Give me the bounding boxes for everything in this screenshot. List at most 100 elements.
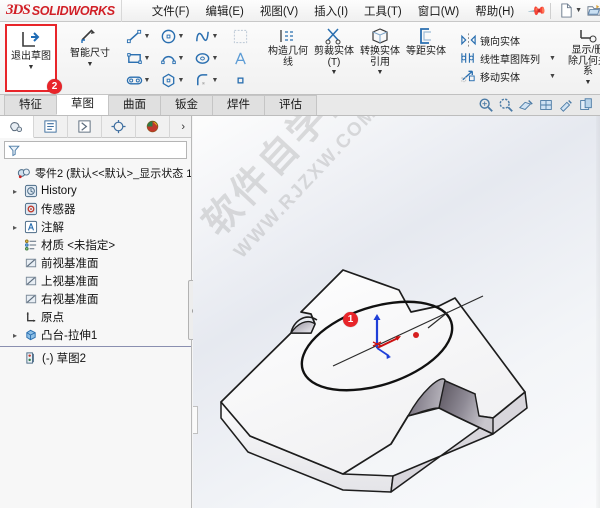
exit-sketch-button[interactable]: 退出草图 ▼ [7, 26, 55, 71]
chevron-down-icon[interactable]: ▼ [212, 77, 219, 84]
tab-weldments[interactable]: 焊件 [212, 95, 265, 115]
dimxpert-manager-tab[interactable] [102, 115, 136, 138]
chevron-down-icon[interactable]: ▼ [212, 55, 219, 62]
rectangle-icon [126, 52, 142, 64]
tree-item-material[interactable]: 材质 <未指定> [0, 236, 191, 254]
zoom-to-fit-icon[interactable] [478, 97, 494, 113]
chevron-down-icon[interactable]: ▼ [575, 7, 582, 14]
display-delete-relations-button[interactable]: 显示/删除几何关系 ▼ [567, 23, 600, 93]
chevron-down-icon[interactable]: ▼ [144, 33, 151, 40]
fillet-tool[interactable]: ▼ [189, 69, 223, 91]
slot-tool[interactable]: ▼ [121, 69, 155, 91]
expand-arrow[interactable]: ▸ [10, 223, 20, 232]
chevron-down-icon[interactable]: ▼ [178, 55, 185, 62]
chevron-down-icon[interactable]: ▼ [543, 73, 556, 80]
tree-item-origin[interactable]: 原点 [0, 308, 191, 326]
circle-icon [161, 29, 175, 43]
display-manager-tab[interactable] [136, 115, 170, 138]
part-model-3d[interactable] [193, 116, 600, 508]
arc-tool[interactable]: ▼ [155, 47, 189, 69]
configuration-icon [78, 120, 91, 133]
dimxpert-icon [111, 119, 126, 134]
tree-item-sketch2[interactable]: (-) 草图2 [0, 349, 191, 367]
tree-item-label: 右视基准面 [41, 294, 99, 306]
tab-evaluate[interactable]: 评估 [264, 95, 317, 115]
plane-icon [23, 274, 38, 289]
chevron-down-icon[interactable]: ▼ [87, 61, 94, 68]
menu-file[interactable]: 文件(F) [144, 1, 198, 21]
expand-arrow[interactable]: ▸ [10, 331, 20, 340]
offset-entities-button[interactable]: 等距实体 [403, 23, 449, 93]
chevron-down-icon[interactable]: ▼ [212, 33, 219, 40]
ellipse-tool[interactable]: ▼ [189, 47, 223, 69]
text-tool[interactable] [223, 47, 257, 69]
linear-sketch-pattern-button[interactable]: 线性草图阵列 ▼ [457, 49, 559, 67]
feature-filter-bar[interactable] [4, 141, 187, 159]
display-style-icon[interactable] [538, 97, 554, 113]
mirror-entities-button[interactable]: 镜向实体 [457, 31, 559, 49]
menu-help[interactable]: 帮助(H) [467, 1, 522, 21]
zoom-to-area-icon[interactable] [498, 97, 514, 113]
chevron-down-icon[interactable]: ▼ [178, 77, 185, 84]
smart-dimension-button[interactable]: 智能尺寸 ▼ [67, 23, 113, 93]
chevron-down-icon[interactable]: ▼ [178, 33, 185, 40]
new-document-button[interactable]: ▼ [557, 2, 584, 19]
tree-item-top-plane[interactable]: 上视基准面 [0, 272, 191, 290]
menu-window[interactable]: 窗口(W) [410, 1, 468, 21]
exit-sketch-icon [22, 32, 40, 47]
tab-sheet-metal[interactable]: 钣金 [160, 95, 213, 115]
expand-arrow[interactable]: ▸ [10, 187, 20, 196]
rollback-bar[interactable] [0, 346, 191, 347]
polygon-tool[interactable]: ▼ [155, 69, 189, 91]
chevron-down-icon[interactable]: ▼ [28, 64, 35, 71]
convert-entities-icon [372, 28, 388, 44]
line-icon [126, 29, 141, 43]
convert-entities-button[interactable]: 转换实体引用 ▼ [357, 23, 403, 93]
open-document-button[interactable]: ▼ [585, 2, 600, 19]
part-icon [17, 166, 32, 181]
point-icon [236, 76, 244, 84]
move-entities-button[interactable]: 移动实体 ▼ [457, 67, 559, 85]
tab-features[interactable]: 特征 [4, 95, 57, 115]
tree-item-right-plane[interactable]: 右视基准面 [0, 290, 191, 308]
tree-item-part[interactable]: 零件2 (默认<<默认>_显示状态 1>) [0, 164, 191, 182]
rectangle-tool[interactable]: ▼ [121, 47, 155, 69]
point-tool[interactable] [223, 69, 257, 91]
chevron-down-icon[interactable]: ▼ [331, 69, 338, 76]
ribbon-group-relations: 显示/删除几何关系 ▼ 修复草图 [565, 22, 600, 94]
menu-edit[interactable]: 编辑(E) [197, 1, 251, 21]
hide-show-items-icon[interactable] [558, 97, 574, 113]
chevron-down-icon[interactable]: ▼ [377, 69, 384, 76]
chevron-down-icon[interactable]: ▼ [543, 55, 556, 62]
menu-tools[interactable]: 工具(T) [356, 1, 410, 21]
construction-geometry-button[interactable]: 构造几何线 [265, 23, 311, 93]
chevron-right-icon[interactable]: › [181, 121, 191, 133]
tree-item-history[interactable]: ▸ History [0, 182, 191, 200]
grid-pattern-tool[interactable] [223, 25, 257, 47]
toolbar-divider [550, 2, 552, 19]
chevron-down-icon[interactable]: ▼ [144, 77, 151, 84]
menu-view[interactable]: 视图(V) [252, 1, 306, 21]
tab-sketch[interactable]: 草图 [56, 94, 109, 115]
trim-entities-button[interactable]: 剪裁实体(T) ▼ [311, 23, 357, 93]
feature-manager-tab[interactable] [0, 115, 34, 138]
solidworks-logo: 3DS SOLIDWORKS [0, 0, 122, 22]
tree-item-sensors[interactable]: 传感器 [0, 200, 191, 218]
menu-insert[interactable]: 插入(I) [306, 1, 356, 21]
tree-item-boss-extrude1[interactable]: ▸ 凸台-拉伸1 [0, 326, 191, 344]
tab-surfaces[interactable]: 曲面 [108, 95, 161, 115]
appearance-icon[interactable] [578, 97, 594, 113]
spline-tool[interactable]: ▼ [189, 25, 223, 47]
circle-tool[interactable]: ▼ [155, 25, 189, 47]
section-view-icon[interactable] [518, 97, 534, 113]
tree-item-annotations[interactable]: ▸ 注解 [0, 218, 191, 236]
dimension-anchor-point[interactable] [413, 332, 419, 338]
property-manager-tab[interactable] [34, 115, 68, 138]
search-input[interactable] [20, 144, 183, 156]
chevron-down-icon[interactable]: ▼ [144, 55, 151, 62]
chevron-down-icon[interactable]: ▼ [584, 79, 591, 86]
line-tool[interactable]: ▼ [121, 25, 155, 47]
graphics-viewport[interactable]: 软件自学网 WWW.RJZXW.COM 1 [193, 116, 600, 508]
tree-item-front-plane[interactable]: 前视基准面 [0, 254, 191, 272]
configuration-manager-tab[interactable] [68, 115, 102, 138]
